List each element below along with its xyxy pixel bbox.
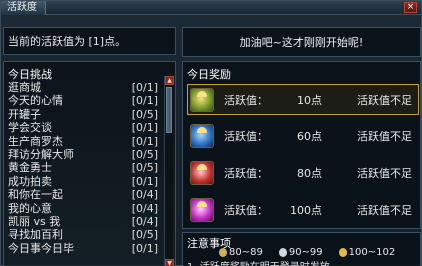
reward-value: 100点 xyxy=(290,203,322,217)
medal-range: 100~102 xyxy=(348,247,396,258)
reward-status: 活跃值不足 xyxy=(357,203,412,217)
reward-label: 活跃值： xyxy=(224,93,268,107)
window-title: 活跃度 xyxy=(1,1,46,15)
scroll-up-button[interactable]: ▲ xyxy=(165,76,174,85)
reward-row[interactable]: 活跃值： 100点 活跃值不足 xyxy=(187,194,419,225)
rewards-panel: 今日奖励 活跃值： 10点 活跃值不足 活跃值： 60点 活跃值不足 活跃值： … xyxy=(182,61,421,229)
activity-window: 活跃度 × 当前的活跃值为 [1]点。 今日挑战 逛商城 [0/1] 今天的心情 [… xyxy=(0,0,422,266)
challenge-item[interactable]: 成功拍卖 [0/1] xyxy=(8,175,158,188)
challenge-name: 今日事今日毕 xyxy=(8,241,74,255)
challenge-count: [0/1] xyxy=(131,81,158,94)
challenge-name: 生产商罗杰 xyxy=(8,134,63,148)
challenge-count: [0/5] xyxy=(131,147,158,161)
challenge-count: [0/5] xyxy=(131,107,158,121)
challenge-item[interactable]: 学会交谈 [0/1] xyxy=(8,121,158,134)
close-button[interactable]: × xyxy=(404,2,417,13)
challenge-count: [0/1] xyxy=(131,121,158,135)
reward-value: 10点 xyxy=(297,93,322,107)
challenge-item[interactable]: 寻找加百利 [0/5] xyxy=(8,228,158,241)
challenge-list-panel: 今日挑战 逛商城 [0/1] 今天的心情 [0/1] 开罐子 [0/5] 学会交谈 [0… xyxy=(3,61,176,266)
challenge-name: 寻找加百利 xyxy=(8,228,63,242)
challenge-count: [0/5] xyxy=(131,228,158,242)
challenge-title: 今日挑战 xyxy=(8,68,52,81)
challenge-name: 成功拍卖 xyxy=(8,174,52,188)
reward-value: 80点 xyxy=(297,166,322,180)
challenge-list: 逛商城 [0/1] 今天的心情 [0/1] 开罐子 [0/5] 学会交谈 [0/1] 生… xyxy=(8,81,158,255)
challenge-name: 凯丽 vs 我 xyxy=(8,214,61,228)
rewards-title: 今日奖励 xyxy=(187,68,231,81)
challenge-count: [0/1] xyxy=(131,94,158,108)
scroll-down-button[interactable]: ▼ xyxy=(165,259,174,266)
gold-medal-icon xyxy=(338,248,347,257)
challenge-item[interactable]: 逛商城 [0/1] xyxy=(8,81,158,94)
medal-range: 90~99 xyxy=(288,247,323,258)
challenge-name: 学会交谈 xyxy=(8,121,52,135)
challenge-count: [0/4] xyxy=(131,188,158,202)
challenge-item[interactable]: 我的心意 [0/4] xyxy=(8,202,158,215)
medal-gold: 100~102 xyxy=(338,247,396,258)
reward-label: 活跃值： xyxy=(224,203,268,217)
medal-bronze: 80~89 xyxy=(219,247,263,258)
challenge-name: 和你在一起 xyxy=(8,188,63,202)
challenge-count: [0/4] xyxy=(131,201,158,215)
challenge-count: [0/1] xyxy=(131,174,158,188)
challenge-item[interactable]: 和你在一起 [0/4] xyxy=(8,188,158,201)
reward-status: 活跃值不足 xyxy=(357,129,412,143)
gift-box-blue-icon[interactable] xyxy=(190,123,214,148)
current-activity-panel: 当前的活跃值为 [1]点。 xyxy=(3,27,176,55)
silver-medal-icon xyxy=(278,248,287,257)
medal-silver: 90~99 xyxy=(278,247,323,258)
current-activity-text: 当前的活跃值为 [1]点。 xyxy=(8,35,127,48)
challenge-name: 逛商城 xyxy=(8,81,41,94)
challenge-item[interactable]: 开罐子 [0/5] xyxy=(8,108,158,121)
encourage-panel: 加油吧~这才刚刚开始呢! xyxy=(182,27,421,57)
reward-label: 活跃值： xyxy=(224,166,268,180)
challenge-name: 黄金勇士 xyxy=(8,161,52,175)
challenge-count: [0/1] xyxy=(131,241,158,255)
challenge-item[interactable]: 今天的心情 [0/1] xyxy=(8,94,158,107)
challenge-scrollbar[interactable]: ▲ ▼ xyxy=(164,76,174,266)
reward-status: 活跃值不足 xyxy=(357,93,412,107)
gift-box-red-icon[interactable] xyxy=(190,160,214,185)
challenge-count: [0/5] xyxy=(131,161,158,175)
gift-box-green-icon[interactable] xyxy=(190,87,214,112)
challenge-item[interactable]: 生产商罗杰 [0/1] xyxy=(8,135,158,148)
challenge-item[interactable]: 今日事今日毕 [0/1] xyxy=(8,242,158,255)
reward-status: 活跃值不足 xyxy=(357,166,412,180)
challenge-name: 开罐子 xyxy=(8,107,41,121)
challenge-name: 拜访分解大师 xyxy=(8,147,74,161)
encourage-message: 加油吧~这才刚刚开始呢! xyxy=(239,36,364,49)
reward-row[interactable]: 活跃值： 80点 活跃值不足 xyxy=(187,157,419,188)
challenge-item[interactable]: 凯丽 vs 我 [0/4] xyxy=(8,215,158,228)
bronze-medal-icon xyxy=(219,248,227,257)
challenge-item[interactable]: 拜访分解大师 [0/5] xyxy=(8,148,158,161)
medal-row: 80~89 90~99 100~102 xyxy=(219,247,395,258)
medal-range: 80~89 xyxy=(229,247,263,258)
reward-row[interactable]: 活跃值： 10点 活跃值不足 xyxy=(187,84,419,115)
reward-label: 活跃值： xyxy=(224,129,268,143)
challenge-name: 今天的心情 xyxy=(8,94,63,108)
reward-row[interactable]: 活跃值： 60点 活跃值不足 xyxy=(187,120,419,151)
notice-panel: 注意事项 80~89 90~99 100~102 1. 活跃度奖励在明天登录时发… xyxy=(182,232,421,266)
notice-text: 1. 活跃度奖励在明天登录时发放 xyxy=(187,258,330,266)
gift-box-purple-icon[interactable] xyxy=(190,197,214,222)
challenge-count: [0/4] xyxy=(131,214,158,228)
scroll-thumb[interactable] xyxy=(166,87,172,133)
challenge-name: 我的心意 xyxy=(8,201,52,215)
challenge-count: [0/1] xyxy=(131,134,158,148)
title-bar[interactable]: 活跃度 × xyxy=(1,1,421,15)
challenge-item[interactable]: 黄金勇士 [0/5] xyxy=(8,161,158,174)
reward-value: 60点 xyxy=(297,129,322,143)
